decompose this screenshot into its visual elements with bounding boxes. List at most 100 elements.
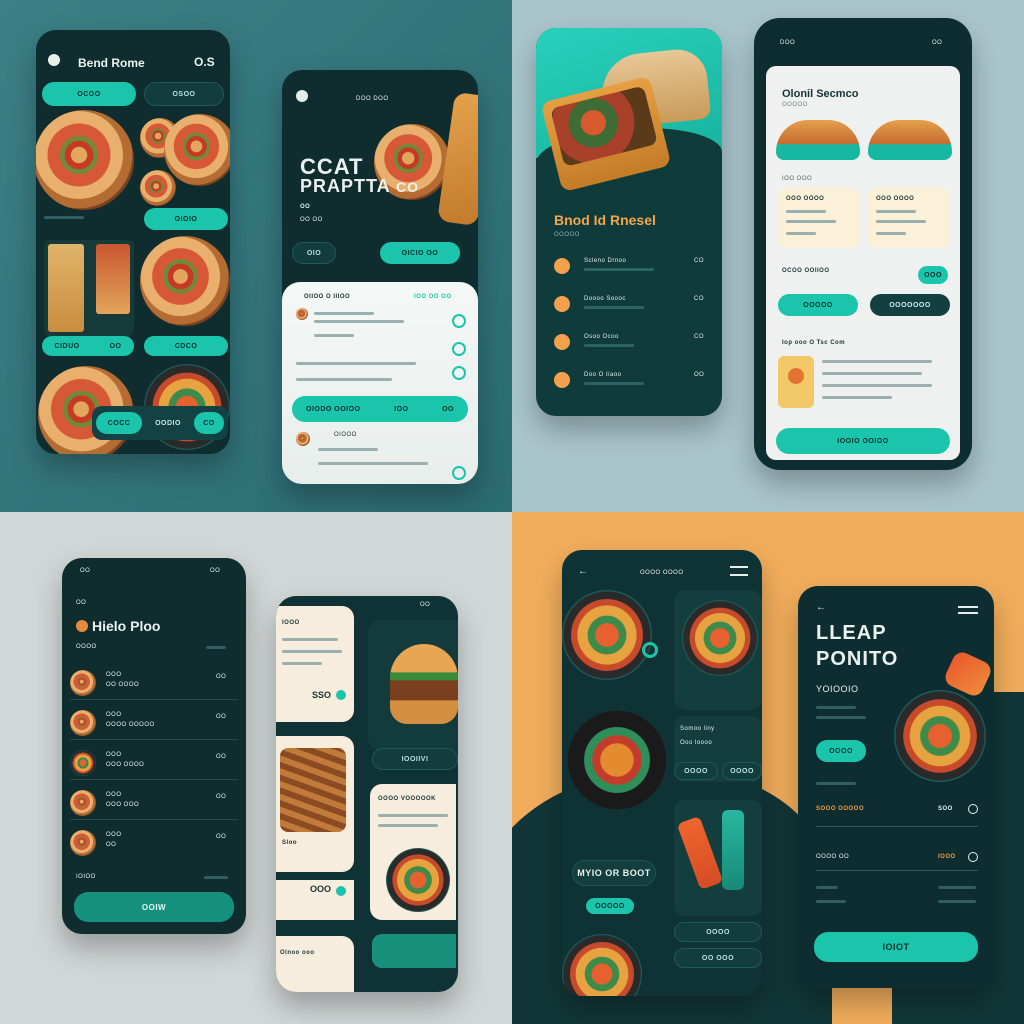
- tab-first[interactable]: OCOO: [42, 82, 136, 106]
- section-label: IOO OOO: [782, 176, 813, 182]
- back-icon[interactable]: ←: [578, 566, 588, 577]
- bottom-bar[interactable]: OOOO: [674, 922, 762, 942]
- item-button-right[interactable]: CDCO: [144, 336, 228, 356]
- text-line: [816, 716, 866, 719]
- item-button-left[interactable]: CIDUO OO: [42, 336, 134, 356]
- text-line: [822, 372, 922, 375]
- bowl-image: [562, 590, 652, 680]
- text-line: [314, 320, 404, 323]
- salad-image: [562, 700, 672, 820]
- menu-row[interactable]: OOO OOO OOO OO: [70, 784, 238, 820]
- rice-filling: [550, 85, 658, 167]
- header-badge[interactable]: O.S: [194, 55, 215, 69]
- row-price: OO: [216, 714, 227, 720]
- checkout-button[interactable]: IOOIO OOIOO: [776, 428, 950, 454]
- dish-title: Bnod Id Rnesel: [554, 212, 656, 228]
- text-line: [822, 360, 932, 363]
- bowl-image: [386, 848, 450, 912]
- primary-button[interactable]: OOOOO: [778, 294, 858, 316]
- filter-button[interactable]: OOO: [918, 266, 948, 284]
- text-line: [282, 638, 338, 641]
- row-name: OOO: [106, 752, 122, 758]
- chip-button[interactable]: OOOO: [674, 762, 718, 780]
- footer-line: [204, 876, 228, 879]
- list-title: Iop ooo O Tsc Com: [782, 340, 846, 346]
- bottom-btn-right[interactable]: CO: [194, 412, 224, 434]
- menu-row[interactable]: OOO OOO OOOO OO: [70, 744, 238, 780]
- info-icon[interactable]: [968, 804, 978, 814]
- chip-button[interactable]: OOOO: [722, 762, 762, 780]
- add-to-cart-bar[interactable]: OIODO OOIOO IOO OO: [292, 396, 468, 422]
- secondary-button[interactable]: OIO: [292, 242, 336, 264]
- filter-label: OCOO OOIIOO: [782, 268, 830, 274]
- dish-list: Scleno Drnoo CO Doooo Soooc CO Osoo Ocoo…: [554, 254, 714, 404]
- category-button[interactable]: IOOIIVI: [372, 748, 458, 770]
- quadrant-bottom-right: ← OOOO OOOO Somoo liny Ooo loooo OOOO OO…: [512, 512, 1024, 1024]
- list-row[interactable]: Doo O Iiaoo OO: [554, 368, 714, 398]
- row-price: OO: [216, 754, 227, 760]
- pizza-grid-phone: Bend Rome O.S OCOO OSOO OIOIO CIDUO OO C…: [36, 30, 230, 454]
- add-icon[interactable]: [452, 342, 466, 356]
- item-card[interactable]: IOOO SSO: [276, 606, 354, 722]
- row-name: OOO: [106, 832, 122, 838]
- row-line: [584, 344, 634, 347]
- text-line: [816, 900, 846, 903]
- row-sub: OOOO OOOOO: [106, 722, 155, 728]
- menu-list-phone: OO OO OO Hielo Ploo OOOO OOO OO OOOO OO …: [62, 558, 246, 934]
- logo-icon: [296, 90, 308, 102]
- item-card[interactable]: Sloo: [276, 736, 354, 872]
- item-card[interactable]: Olnoo ooo: [276, 936, 354, 992]
- menu-row[interactable]: OOO OO OOOO OO: [70, 664, 238, 700]
- bottom-btn-mid[interactable]: OODIO: [146, 412, 190, 434]
- add-icon[interactable]: [336, 886, 346, 896]
- order-button[interactable]: IOIOT: [814, 932, 978, 962]
- app-title: Bend Rome: [78, 56, 145, 70]
- screen-subtitle: OOOOO: [782, 102, 808, 108]
- menu-icon[interactable]: [730, 566, 748, 576]
- item-thumb: [296, 308, 308, 320]
- secondary-button[interactable]: OOOOOOO: [870, 294, 950, 316]
- flatbread-card: [44, 240, 134, 336]
- add-icon[interactable]: [336, 690, 346, 700]
- bottom-action[interactable]: [372, 934, 456, 968]
- list-row[interactable]: Doooo Soooc CO: [554, 292, 714, 322]
- card-button[interactable]: OIOIO: [144, 208, 228, 230]
- option-card[interactable]: OOO OOOO: [868, 188, 950, 248]
- menu-row[interactable]: OOO OOOO OOOOO OO: [70, 704, 238, 740]
- add-button[interactable]: OOOO: [816, 740, 866, 762]
- option-card[interactable]: OOO OOOO: [778, 188, 860, 248]
- hero-title-line1: LLEAP: [816, 622, 887, 644]
- menu-rows: OOO OO OOOO OO OOO OOOO OOOOO OO OOO OOO…: [70, 664, 238, 864]
- quadrant-bottom-left: OO OO OO Hielo Ploo OOOO OOO OO OOOO OO …: [0, 512, 512, 1024]
- row-name: OOO: [106, 672, 122, 678]
- primary-button[interactable]: OICIO OO: [380, 242, 460, 264]
- row-sub: OO: [106, 842, 117, 848]
- add-icon[interactable]: [452, 314, 466, 328]
- text-line: [282, 662, 322, 665]
- item-thumb: [70, 670, 96, 696]
- menu-sheet: OIIOO O IIIOO IOO OO OO OIODO OOIOO IOO …: [282, 282, 478, 484]
- hero-subtitle: YOIOOIO: [816, 684, 859, 694]
- back-icon[interactable]: ←: [816, 602, 826, 613]
- list-row[interactable]: Osoo Ocoo CO: [554, 330, 714, 360]
- product-thumb: [778, 356, 814, 408]
- add-icon[interactable]: [452, 466, 466, 480]
- card-title: OOO OOOO: [876, 196, 915, 202]
- dish-subtitle: OOOOO: [554, 232, 580, 238]
- add-icon[interactable]: [452, 366, 466, 380]
- info-icon[interactable]: [968, 852, 978, 862]
- tab-second[interactable]: OSOO: [144, 82, 224, 106]
- menu-row[interactable]: OOO OO OO: [70, 824, 238, 860]
- order-button[interactable]: OOIW: [74, 892, 234, 922]
- promo-button[interactable]: OOOOO: [586, 898, 634, 914]
- item-card[interactable]: OOOO VOOOOOK: [370, 784, 456, 920]
- list-row[interactable]: Scleno Drnoo CO: [554, 254, 714, 284]
- bowl-detail-phone: ← LLEAP PONITO YOIOOIO OOOO SOOO OOOOO S…: [798, 586, 994, 988]
- card-price: OOO: [310, 884, 332, 894]
- bottom-btn-left[interactable]: COCC: [96, 412, 142, 434]
- text-line: [876, 220, 926, 223]
- bottom-bar[interactable]: OO OOO: [674, 948, 762, 968]
- menu-icon[interactable]: [958, 606, 978, 614]
- row-name: OOO: [106, 792, 122, 798]
- row-price: OO: [216, 674, 227, 680]
